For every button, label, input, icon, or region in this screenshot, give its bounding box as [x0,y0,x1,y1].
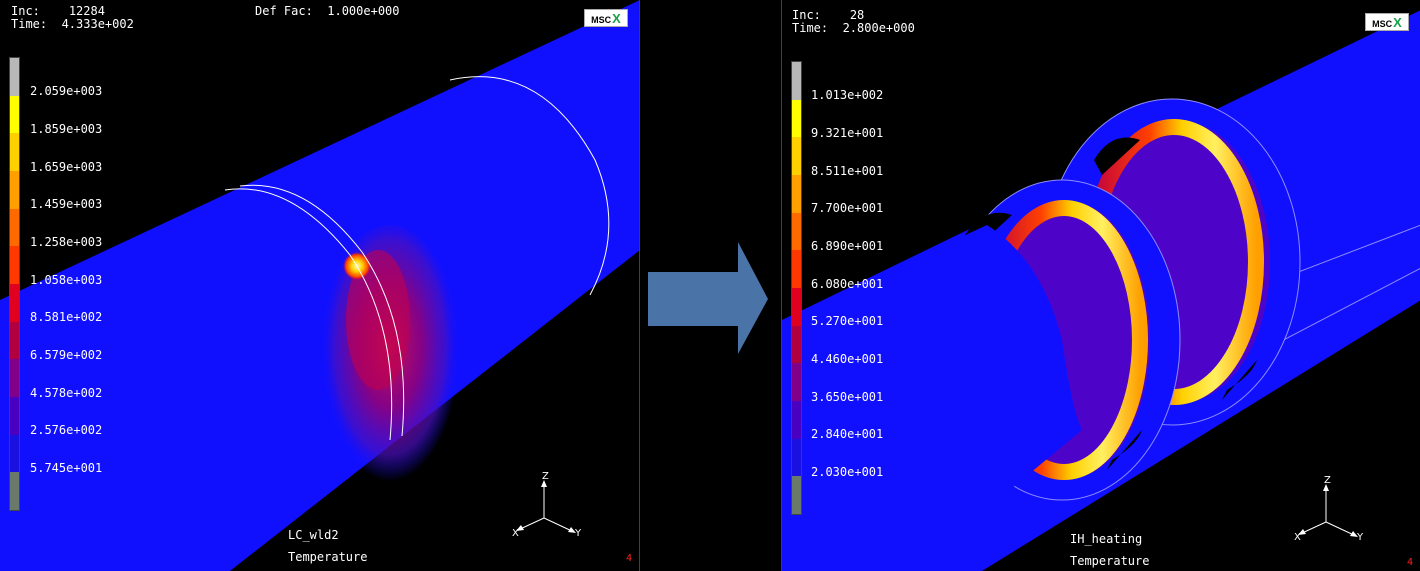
time-readout: Time: 2.800e+000 [792,21,915,35]
legend-value: 1.659e+003 [30,160,103,174]
axis-z-label: Z [542,471,549,482]
msc-logo: MSCX [1365,13,1409,31]
variable-label: Temperature [288,550,368,564]
legend-value: 1.859e+003 [30,122,103,136]
axis-z-label: Z [1324,475,1331,486]
view-number: 4 [626,553,633,564]
legend-value: 1.013e+002 [811,88,884,102]
time-readout: Time: 4.333e+002 [11,17,134,31]
legend-value: 1.058e+003 [30,273,103,287]
legend-value: 1.459e+003 [30,197,103,211]
legend-value: 2.059e+003 [30,84,103,98]
legend-value: 2.840e+001 [811,427,884,441]
viewport-right[interactable]: Inc: 28 Time: 2.800e+000 MSCX 1.013e+002… [781,0,1420,571]
viewport-left[interactable]: Inc: 12284 Time: 4.333e+002 Def Fac: 1.0… [0,0,640,571]
legend-value: 4.578e+002 [30,386,103,400]
loadcase-label: LC_wld2 [288,528,339,542]
def-fac-readout: Def Fac: 1.000e+000 [255,4,400,18]
legend-value: 8.511e+001 [811,164,884,178]
legend-value: 4.460e+001 [811,352,884,366]
legend-value: 3.650e+001 [811,390,884,404]
arrow-right-icon [648,242,768,354]
variable-label: Temperature [1070,554,1150,568]
legend-value: 5.745e+001 [30,461,103,475]
legend-value: 1.258e+003 [30,235,103,249]
legend-value: 7.700e+001 [811,201,884,215]
legend-value: 6.890e+001 [811,239,884,253]
legend-value: 5.270e+001 [811,314,884,328]
axis-x-label: X [1294,532,1301,543]
legend-value: 2.030e+001 [811,465,884,479]
msc-logo: MSCX [584,9,628,27]
legend-value: 6.080e+001 [811,277,884,291]
view-number: 4 [1407,557,1414,568]
legend-value: 2.576e+002 [30,423,103,437]
axis-y-label: Y [1357,532,1364,543]
legend-value: 6.579e+002 [30,348,103,362]
axis-x-label: X [512,528,519,539]
axis-y-label: Y [575,528,582,539]
legend-value: 9.321e+001 [811,126,884,140]
color-legend-bar-right [791,61,802,515]
color-legend-bar-left [9,57,20,511]
loadcase-label: IH_heating [1070,532,1143,546]
legend-value: 8.581e+002 [30,310,103,324]
